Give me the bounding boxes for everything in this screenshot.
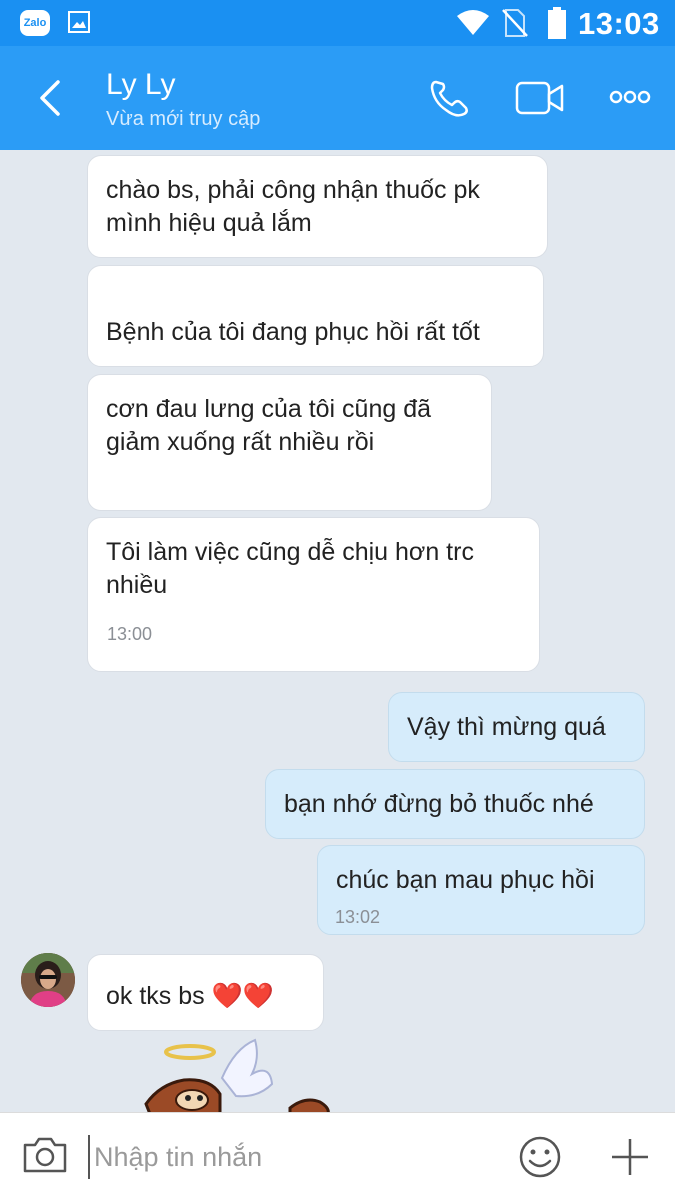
camera-icon[interactable] [21,1135,69,1175]
image-notification-icon [68,11,90,33]
wifi-icon [457,10,489,35]
angel-dog-sticker[interactable] [140,1038,340,1114]
back-icon[interactable] [30,74,74,122]
plus-icon[interactable] [610,1137,650,1177]
message-bubble-outgoing[interactable]: chúc bạn mau phục hồi 13:02 [317,845,645,935]
message-bubble-outgoing[interactable]: Vậy thì mừng quá [388,692,645,762]
emoji-icon[interactable] [518,1135,562,1179]
message-text: Bệnh của tôi đang phục hồi rất tốt [106,318,480,346]
message-bubble-outgoing[interactable]: bạn nhớ đừng bỏ thuốc nhé [265,769,645,839]
battery-icon [548,7,566,39]
clock: 13:03 [578,6,660,41]
message-text: chào bs, phải công nhận thuốc pk mình hi… [106,176,480,237]
contact-status: Vừa mới truy cập [106,108,261,130]
message-timestamp: 13:02 [335,907,381,927]
video-camera-icon[interactable] [514,78,566,118]
message-input[interactable] [88,1135,488,1179]
message-bubble-incoming[interactable]: Bệnh của tôi đang phục hồi rất tốt [87,265,544,367]
message-bubble-incoming[interactable]: ok tks bs ❤️❤️ [87,954,324,1031]
zalo-app-icon: Zalo [20,10,50,36]
composer-bar [0,1112,675,1200]
message-text: Tôi làm việc cũng dễ chịu hơn trc nhiều [106,538,474,599]
phone-icon[interactable] [426,76,474,120]
chat-header: Ly Ly Vừa mới truy cập [0,46,675,150]
avatar[interactable] [21,953,75,1007]
message-timestamp: 13:00 [107,624,153,644]
status-bar: Zalo 13:03 [0,0,675,46]
message-text: ok tks bs ❤️❤️ [106,982,274,1010]
more-icon[interactable] [608,86,652,108]
message-bubble-incoming[interactable]: Tôi làm việc cũng dễ chịu hơn trc nhiều … [87,517,540,672]
contact-name[interactable]: Ly Ly [106,68,175,102]
message-bubble-incoming[interactable]: chào bs, phải công nhận thuốc pk mình hi… [87,155,548,258]
message-bubble-incoming[interactable]: cơn đau lưng của tôi cũng đã giảm xuống … [87,374,492,511]
message-text: chúc bạn mau phục hồi [336,866,595,894]
message-text: bạn nhớ đừng bỏ thuốc nhé [284,790,594,818]
no-sim-icon [502,9,528,37]
message-text: cơn đau lưng của tôi cũng đã giảm xuống … [106,395,432,456]
message-text: Vậy thì mừng quá [407,713,606,741]
